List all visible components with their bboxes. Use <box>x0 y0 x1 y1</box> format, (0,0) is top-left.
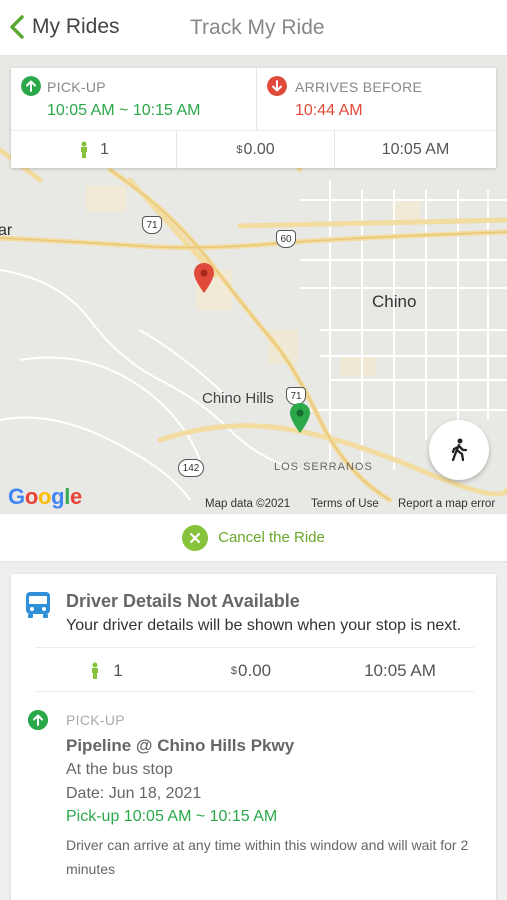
pickup-stop-name: Pipeline @ Chino Hills Pkwy <box>66 736 295 755</box>
terms-of-use-link[interactable]: Terms of Use <box>311 498 379 510</box>
map-data-attribution: Map data ©2021 <box>205 498 291 510</box>
currency-symbol: $ <box>236 144 243 156</box>
driver-currency-symbol: $ <box>230 664 238 677</box>
arrow-down-icon <box>267 76 287 96</box>
chevron-left-icon <box>10 15 24 39</box>
pickup-pin-icon[interactable] <box>289 402 311 434</box>
route-shield-60: 60 <box>276 230 296 248</box>
pickup-note: Driver can arrive at any time within thi… <box>66 837 469 877</box>
trip-info-card: PICK-UP 10:05 AM ~ 10:15 AM ARRIVES BEFO… <box>11 68 496 169</box>
place-label-ar: ar <box>0 222 13 239</box>
walking-person-icon <box>451 438 468 462</box>
person-icon <box>81 141 88 158</box>
passenger-count-value: 1 <box>100 141 109 158</box>
route-shield-142: 142 <box>178 459 204 477</box>
fare: $0.00 <box>176 131 334 169</box>
driver-fare: $0.00 <box>176 648 326 693</box>
trip-stats-row: 1 $0.00 10:05 AM <box>11 130 496 169</box>
fare-value: 0.00 <box>243 141 275 158</box>
cancel-ride-label: Cancel the Ride <box>218 529 325 546</box>
driver-details-title: Driver Details Not Available <box>66 591 300 611</box>
pickup-label: PICK-UP <box>47 79 106 95</box>
place-label-chino: Chino <box>372 292 417 311</box>
place-label-los-serranos: LOS SERRANOS <box>274 461 373 473</box>
route-shield-71: 71 <box>142 216 162 234</box>
pickup-detail-label: PICK-UP <box>66 712 125 728</box>
arrive-time: 10:44 AM <box>295 102 363 119</box>
back-button[interactable]: My Rides <box>8 14 120 40</box>
pickup-summary: PICK-UP 10:05 AM ~ 10:15 AM <box>11 68 257 130</box>
arrow-up-icon <box>21 76 41 96</box>
app-header: My Rides Track My Ride <box>0 0 507 56</box>
pickup-date: Date: Jun 18, 2021 <box>66 785 202 802</box>
arrow-up-icon <box>28 710 48 730</box>
google-logo: Google <box>8 484 82 509</box>
person-icon <box>92 662 99 679</box>
driver-passenger-count: 1 <box>36 648 176 693</box>
cancel-ride-button[interactable]: Cancel the Ride <box>0 514 507 562</box>
walking-directions-button[interactable] <box>429 420 489 480</box>
place-label-chino-hills: Chino Hills <box>202 390 274 407</box>
passenger-count: 1 <box>11 131 176 169</box>
driver-details-card: Driver Details Not Available Your driver… <box>11 574 496 900</box>
back-label: My Rides <box>32 15 120 38</box>
pickup-detail-window: Pick-up 10:05 AM ~ 10:15 AM <box>66 808 278 825</box>
dropoff-pin-icon[interactable] <box>193 262 215 294</box>
arrive-label: ARRIVES BEFORE <box>295 79 423 95</box>
trip-time: 10:05 AM <box>334 131 496 169</box>
driver-fare-value: 0.00 <box>238 660 272 680</box>
driver-stats-row: 1 $0.00 10:05 AM <box>36 647 474 692</box>
arrival-summary: ARRIVES BEFORE 10:44 AM <box>257 68 496 130</box>
page-title: Track My Ride <box>190 16 325 39</box>
pickup-window: 10:05 AM ~ 10:15 AM <box>47 102 201 119</box>
driver-details-subtitle: Your driver details will be shown when y… <box>66 617 462 634</box>
report-map-error-link[interactable]: Report a map error <box>398 498 495 510</box>
pickup-location: At the bus stop <box>66 761 173 778</box>
close-icon <box>182 524 209 551</box>
driver-passenger-value: 1 <box>113 660 123 680</box>
driver-time: 10:05 AM <box>364 660 436 680</box>
bus-icon <box>26 592 50 618</box>
